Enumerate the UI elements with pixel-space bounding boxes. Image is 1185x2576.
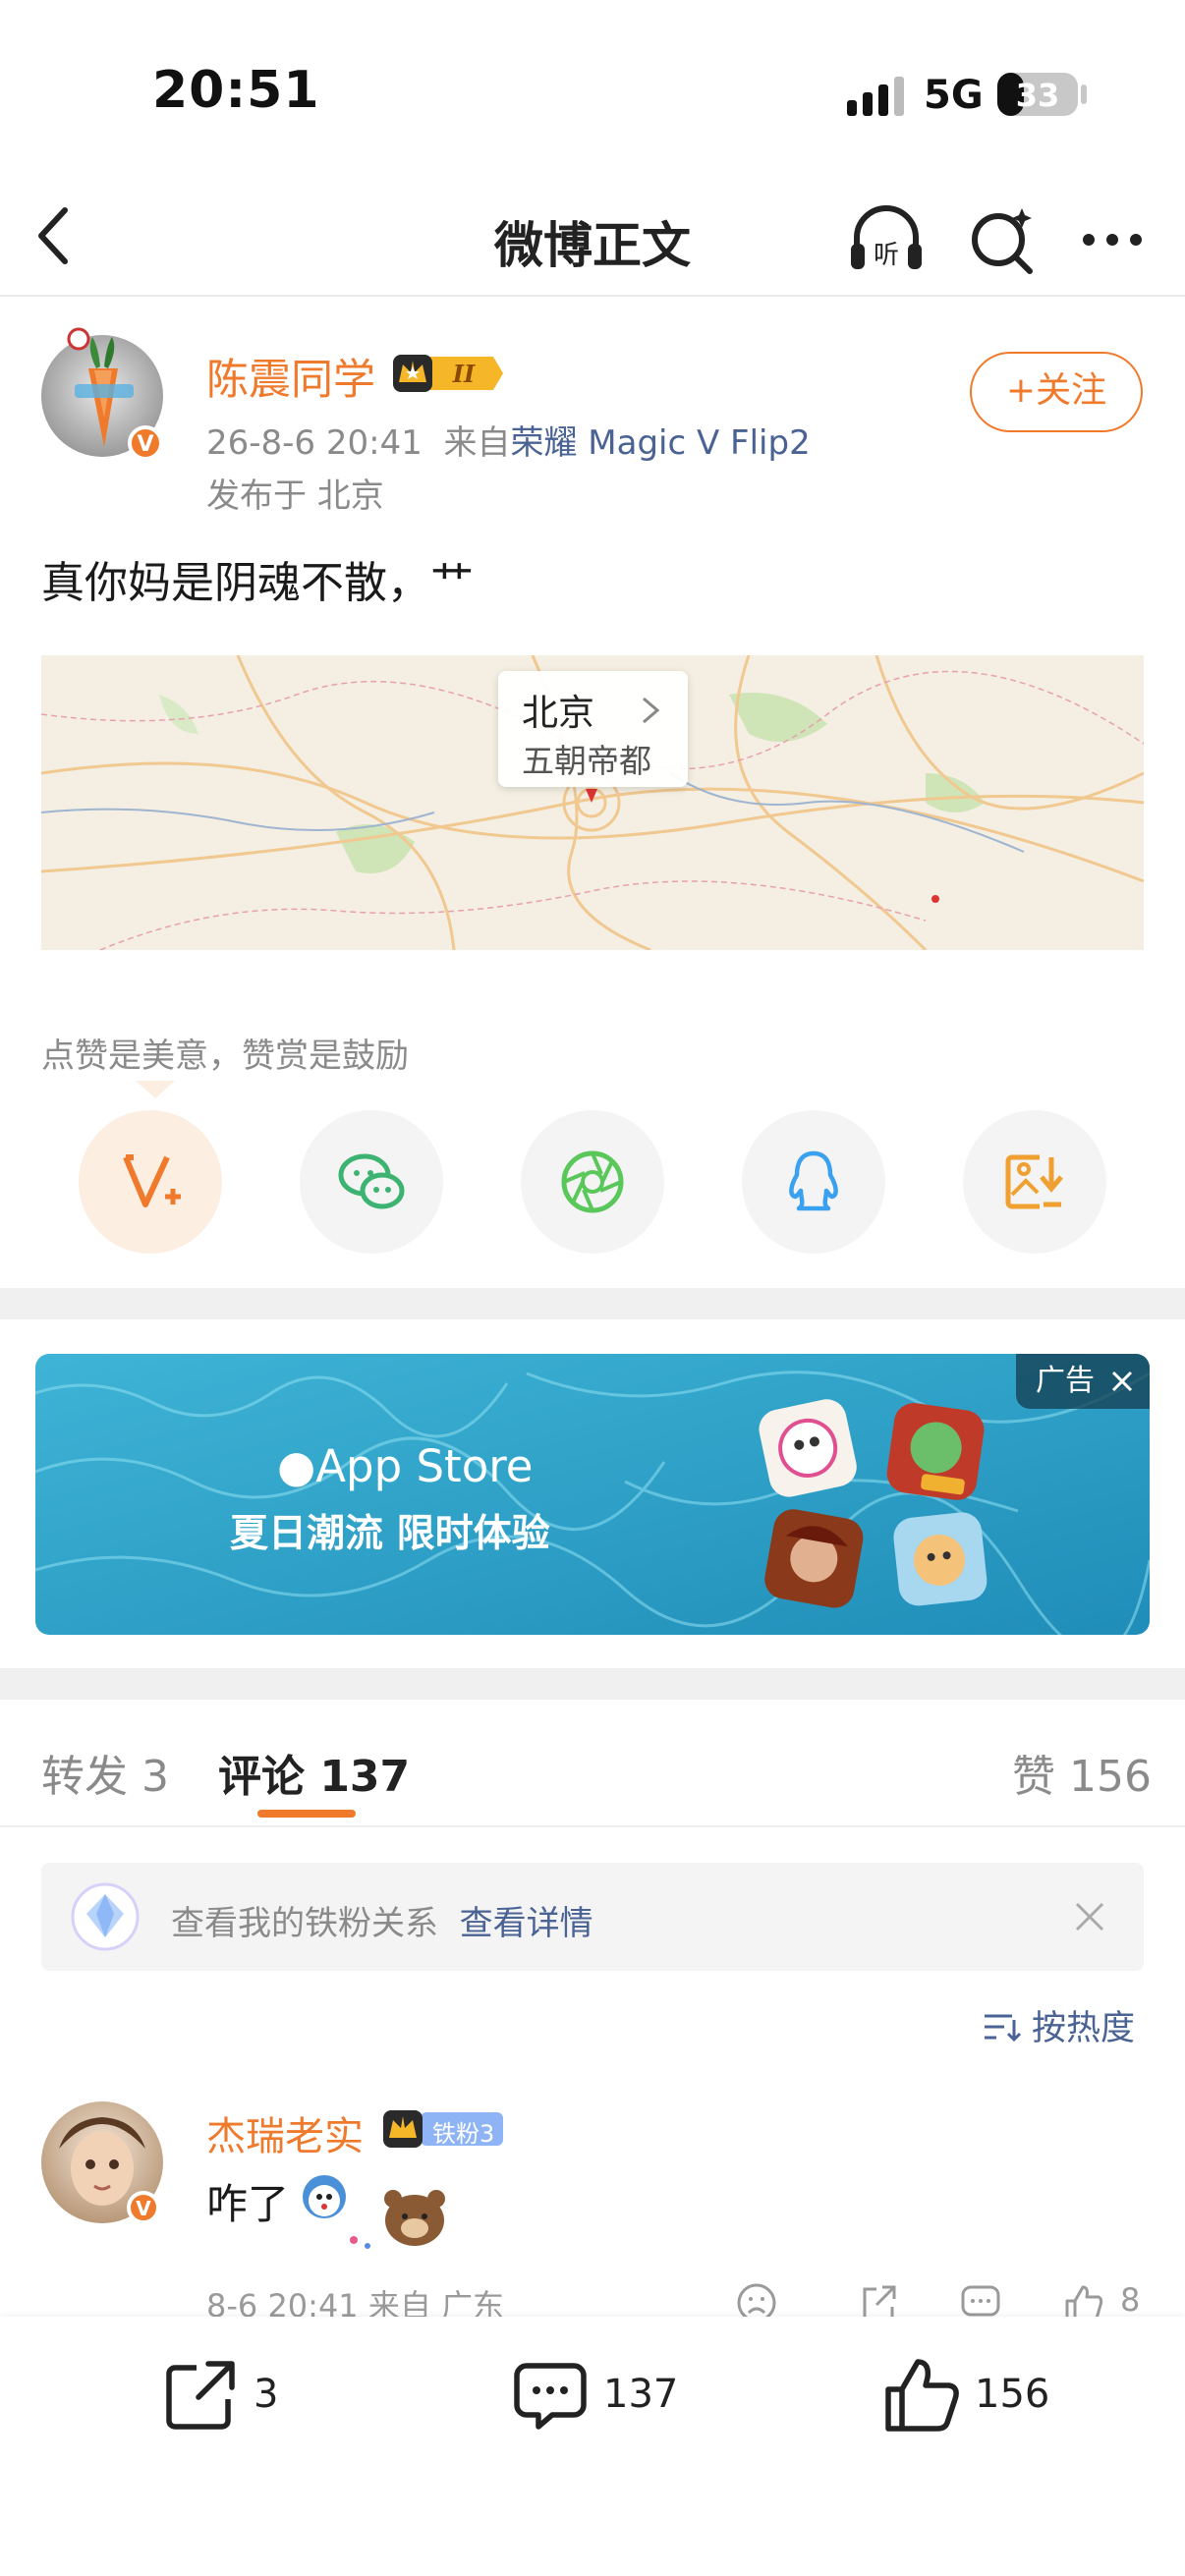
reward-button[interactable]: [79, 1110, 222, 1254]
ad-brand-text: App Store: [315, 1440, 534, 1492]
penguin-icon: [789, 1150, 838, 1211]
share-row: [0, 1110, 1185, 1258]
author-avatar[interactable]: V: [39, 319, 167, 465]
post-date: 26-8-6 20:41: [206, 423, 423, 463]
comment-bubble-icon: [514, 2363, 587, 2430]
like-thumb-icon: [885, 2359, 959, 2432]
location-map[interactable]: 北京 五朝帝都: [41, 655, 1144, 950]
search-sparkle-icon[interactable]: [961, 198, 1044, 281]
fan-badge-label: 铁粉3: [432, 2120, 495, 2148]
close-icon[interactable]: [1073, 1900, 1106, 1933]
fans-text: 查看我的铁粉关系 查看详情: [171, 1896, 593, 1944]
fan-level-badge: 铁粉3: [381, 2108, 505, 2150]
network-type: 5G: [924, 73, 984, 118]
commenter-name[interactable]: 杰瑞老实: [206, 2104, 364, 2161]
reward-prompt: 点赞是美意，赞赏是鼓励: [41, 1036, 409, 1076]
reward-pointer-arrow: [136, 1081, 175, 1098]
status-bar: 20:51 5G 33: [0, 0, 1185, 177]
ad-banner[interactable]: ●App Store 夏日潮流 限时体验 广告: [35, 1354, 1150, 1635]
comment-meta-row: 8-6 20:41 来自 广东 8: [0, 2277, 1185, 2317]
like-thumb-icon[interactable]: [1061, 2281, 1104, 2317]
fans-details-link[interactable]: 查看详情: [460, 1904, 593, 1943]
fans-relationship-bar[interactable]: 查看我的铁粉关系 查看详情: [41, 1863, 1144, 1971]
game-app-icons: [759, 1399, 988, 1608]
interaction-tabs: 转发 3 评论 137 赞 156: [0, 1700, 1185, 1827]
tab-comments[interactable]: 评论 137: [218, 1741, 410, 1804]
wechat-icon: [338, 1153, 405, 1209]
sort-by-hot-button[interactable]: 按热度: [983, 2000, 1135, 2049]
bottom-action-bar: 3 137 156: [0, 2317, 1185, 2576]
commenter-avatar[interactable]: V: [39, 2100, 167, 2227]
status-time: 20:51: [152, 61, 320, 120]
signal-icon: [847, 77, 904, 116]
comment-count: 137: [603, 2372, 679, 2417]
repost-icon: [166, 2361, 235, 2430]
emoji-sticker-icon: [303, 2175, 445, 2249]
post-meta: 26-8-6 20:41 来自荣耀 Magic V Flip2: [206, 416, 811, 464]
aperture-icon: [561, 1150, 624, 1213]
sort-label: 按热度: [1032, 2009, 1136, 2048]
svg-text:听: 听: [874, 241, 899, 270]
ad-tag-label: 广告: [1036, 1364, 1095, 1398]
battery-icon: 33: [997, 73, 1078, 116]
repost-count: 3: [254, 2372, 279, 2417]
comment-like-count: 8: [1120, 2281, 1141, 2317]
map-subtitle: 五朝帝都: [522, 742, 651, 780]
like-count: 156: [975, 2372, 1050, 2417]
share-icon[interactable]: [857, 2281, 900, 2317]
svg-text:V: V: [136, 2197, 151, 2220]
author-name[interactable]: 陈震同学: [206, 346, 375, 407]
sad-face-icon[interactable]: [735, 2281, 778, 2317]
v-plus-icon: [123, 1154, 181, 1207]
section-divider: [0, 1668, 1185, 1700]
share-wechat-button[interactable]: [300, 1110, 443, 1254]
post-text: 真你妈是阴魂不散，艹: [41, 558, 474, 608]
ad-slogan: 夏日潮流 限时体验: [230, 1512, 550, 1556]
svg-text:II: II: [452, 360, 476, 388]
ad-brand: ●App Store: [277, 1440, 533, 1492]
image-download-icon: [1005, 1154, 1063, 1209]
sort-icon: [985, 2014, 1022, 2043]
post-location: 发布于 北京: [206, 476, 384, 516]
ad-tag[interactable]: 广告: [1016, 1354, 1150, 1409]
crown-level-badge-icon: II: [393, 355, 503, 392]
battery-cap: [1081, 84, 1087, 104]
save-image-button[interactable]: [963, 1110, 1106, 1254]
fans-label: 查看我的铁粉关系: [171, 1904, 438, 1943]
follow-button[interactable]: +关注: [970, 352, 1143, 432]
tab-reposts[interactable]: 转发 3: [41, 1741, 169, 1804]
comment-text: 咋了: [206, 2180, 290, 2228]
comment-icon[interactable]: [959, 2281, 1002, 2317]
more-icon[interactable]: [1071, 198, 1154, 281]
apple-logo-icon: ●: [277, 1440, 316, 1492]
listen-headphones-icon[interactable]: 听: [845, 198, 928, 281]
tab-likes[interactable]: 赞 156: [1012, 1741, 1152, 1804]
chevron-right-icon: [643, 697, 660, 724]
active-tab-indicator: [257, 1810, 356, 1818]
section-divider: [0, 1288, 1185, 1319]
diamond-badge-icon: [71, 1882, 140, 1951]
post-source-prefix: 来自: [443, 423, 511, 463]
close-icon[interactable]: [1110, 1370, 1134, 1393]
share-qq-button[interactable]: [742, 1110, 885, 1254]
battery-percent: 33: [1015, 77, 1060, 114]
svg-text:V: V: [137, 432, 153, 457]
map-city: 北京: [522, 692, 594, 734]
map-location-card[interactable]: 北京 五朝帝都: [498, 671, 688, 787]
comment-meta: 8-6 20:41 来自 广东: [206, 2287, 505, 2317]
nav-bar: 微博正文 听: [0, 177, 1185, 297]
share-moments-button[interactable]: [521, 1110, 664, 1254]
post-source-link[interactable]: 荣耀 Magic V Flip2: [510, 423, 810, 463]
